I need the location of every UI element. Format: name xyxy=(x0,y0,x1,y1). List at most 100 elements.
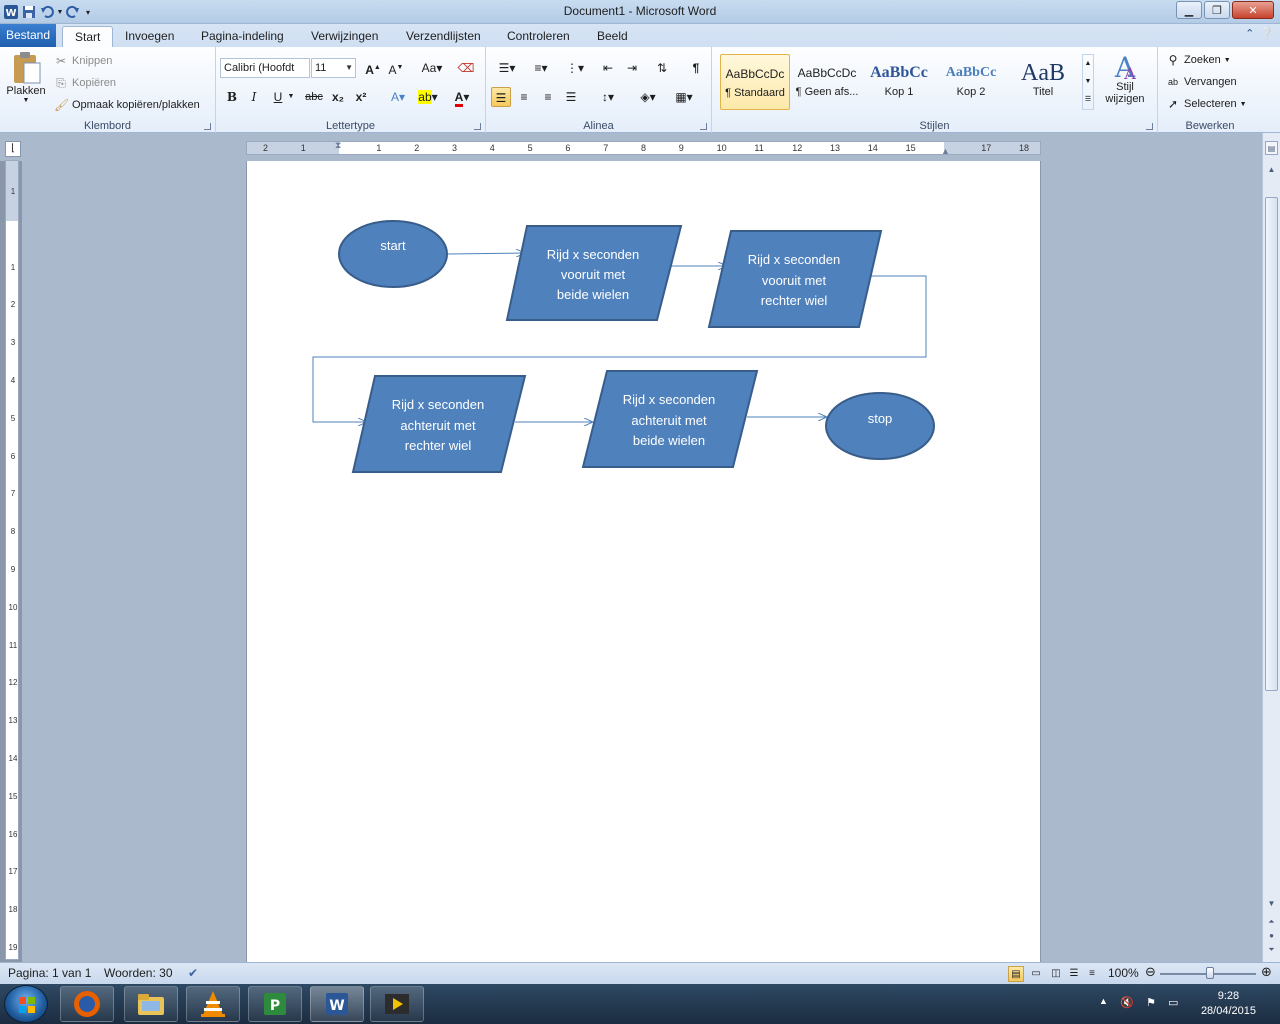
next-page-icon[interactable]: ⏷ xyxy=(1265,943,1278,957)
underline-button[interactable]: U xyxy=(268,87,288,107)
styles-gallery-scroll[interactable]: ▲ ▼ ☰ xyxy=(1082,54,1094,110)
clipboard-dialog-launcher[interactable] xyxy=(204,123,211,130)
document-page[interactable]: start Rijd x seconden vooruit met beide … xyxy=(246,161,1041,962)
zoom-out-icon[interactable]: ⊖ xyxy=(1145,964,1156,980)
taskbar-vlc[interactable] xyxy=(186,986,240,1022)
draft-view-icon[interactable]: ≡ xyxy=(1084,966,1100,982)
grow-font-button[interactable]: A▲ xyxy=(363,58,383,78)
word-count-status[interactable]: Woorden: 30 xyxy=(104,966,173,980)
bullets-button[interactable]: ☰▾ xyxy=(492,58,522,78)
style-heading-1[interactable]: AaBbCc Kop 1 xyxy=(864,54,934,110)
font-dialog-launcher[interactable] xyxy=(474,123,481,130)
taskbar-explorer[interactable] xyxy=(124,986,178,1022)
style-standard[interactable]: AaBbCcDc ¶ Standaard xyxy=(720,54,790,110)
find-button[interactable]: ⚲ Zoeken ▼ xyxy=(1166,53,1231,67)
superscript-button[interactable]: x² xyxy=(351,87,371,107)
tab-page-layout[interactable]: Pagina-indeling xyxy=(189,26,296,47)
print-layout-view-icon[interactable]: ▤ xyxy=(1008,966,1024,982)
line-spacing-button[interactable]: ↕▾ xyxy=(594,87,622,107)
styles-dialog-launcher[interactable] xyxy=(1146,123,1153,130)
vertical-ruler[interactable]: 1 1 2 3 4 5 6 7 8 9 10 11 12 13 14 15 16 17 18 19 xyxy=(5,160,19,960)
stop-terminal[interactable]: stop xyxy=(825,392,935,460)
right-indent-marker-icon[interactable]: ▲ xyxy=(941,146,950,156)
borders-button[interactable]: ▦▾ xyxy=(670,87,698,107)
process-step-1[interactable]: Rijd x seconden vooruit met beide wielen xyxy=(505,225,683,321)
paragraph-dialog-launcher[interactable] xyxy=(700,123,707,130)
page-count-status[interactable]: Pagina: 1 van 1 xyxy=(8,966,91,980)
collapse-ribbon-icon[interactable]: ⌃ xyxy=(1245,27,1254,40)
scroll-thumb[interactable] xyxy=(1265,197,1278,691)
strikethrough-button[interactable]: abc xyxy=(302,87,326,107)
style-heading-2[interactable]: AaBbCc Kop 2 xyxy=(936,54,1006,110)
tab-review[interactable]: Controleren xyxy=(495,26,582,47)
format-painter-button[interactable]: 🖌 Opmaak kopiëren/plakken xyxy=(54,98,200,112)
system-clock[interactable]: 9:28 28/04/2015 xyxy=(1201,989,1256,1019)
start-button[interactable] xyxy=(4,985,48,1023)
paste-button[interactable]: Plakken ▼ xyxy=(4,51,48,115)
scroll-down-icon[interactable]: ▼ xyxy=(1265,897,1278,911)
maximize-button[interactable]: ❐ xyxy=(1204,1,1230,19)
select-button[interactable]: ➚ Selecteren ▼ xyxy=(1166,97,1247,111)
bold-button[interactable]: B xyxy=(222,87,242,107)
vertical-scrollbar[interactable]: ▤ ▲ ▼ ⏶ ● ⏷ xyxy=(1262,133,1280,962)
tab-references[interactable]: Verwijzingen xyxy=(299,26,390,47)
italic-button[interactable]: I xyxy=(244,87,264,107)
process-step-4[interactable]: Rijd x seconden achteruit met beide wiel… xyxy=(581,370,759,468)
subscript-button[interactable]: x₂ xyxy=(328,87,348,107)
clear-formatting-button[interactable]: ⌫ xyxy=(456,58,476,78)
taskbar-word[interactable]: W xyxy=(310,986,364,1022)
decrease-indent-button[interactable]: ⇤ xyxy=(598,58,618,78)
tab-view[interactable]: Beeld xyxy=(585,26,640,47)
numbering-button[interactable]: ≡▾ xyxy=(526,58,556,78)
process-step-2[interactable]: Rijd x seconden vooruit met rechter wiel xyxy=(707,230,883,328)
underline-dropdown-icon[interactable]: ▼ xyxy=(286,87,296,107)
change-case-button[interactable]: Aa▾ xyxy=(418,58,446,78)
browse-object-icon[interactable]: ● xyxy=(1265,929,1278,943)
align-right-button[interactable]: ≡ xyxy=(538,87,558,107)
process-step-3[interactable]: Rijd x seconden achteruit met rechter wi… xyxy=(351,375,527,473)
volume-muted-icon[interactable]: 🔇 xyxy=(1120,996,1134,1009)
start-terminal[interactable]: start xyxy=(338,220,448,288)
show-formatting-button[interactable]: ¶ xyxy=(686,58,706,78)
web-layout-icon[interactable]: ◫ xyxy=(1048,966,1064,982)
tab-file[interactable]: Bestand xyxy=(0,24,56,47)
horizontal-ruler[interactable]: 2 1 1 2 3 4 5 6 7 8 9 10 11 12 13 14 15 17 18 ⧗ ▲ xyxy=(246,140,1041,156)
full-screen-reading-icon[interactable]: ▭ xyxy=(1028,966,1044,982)
text-effects-button[interactable]: A▾ xyxy=(384,87,412,107)
network-icon[interactable]: ▭ xyxy=(1168,996,1178,1009)
zoom-in-icon[interactable]: ⊕ xyxy=(1261,964,1272,980)
style-no-spacing[interactable]: AaBbCcDc ¶ Geen afs... xyxy=(792,54,862,110)
zoom-slider-thumb[interactable] xyxy=(1206,967,1214,979)
tab-stop-selector[interactable]: ⌊ xyxy=(5,141,21,157)
taskbar-firefox[interactable] xyxy=(60,986,114,1022)
outline-view-icon[interactable]: ☰ xyxy=(1066,966,1082,982)
change-styles-button[interactable]: AA Stijl wijzigen xyxy=(1098,51,1152,105)
tab-mailings[interactable]: Verzendlijsten xyxy=(394,26,493,47)
font-color-button[interactable]: A▾ xyxy=(448,87,476,107)
proofing-icon[interactable]: ✔ xyxy=(188,966,198,980)
highlight-button[interactable]: ab▾ xyxy=(414,87,442,107)
font-name-combo[interactable]: Calibri (Hoofdt xyxy=(220,58,310,78)
shrink-font-button[interactable]: A▼ xyxy=(386,58,406,78)
copy-button[interactable]: ⎘ Kopiëren xyxy=(54,76,116,90)
multilevel-list-button[interactable]: ⋮▾ xyxy=(560,58,590,78)
zoom-level[interactable]: 100% xyxy=(1108,966,1139,980)
indent-marker-icon[interactable]: ⧗ xyxy=(335,140,341,151)
tab-home[interactable]: Start xyxy=(62,26,114,47)
align-left-button[interactable]: ☰ xyxy=(491,87,511,107)
ruler-toggle-button[interactable]: ▤ xyxy=(1265,141,1278,155)
previous-page-icon[interactable]: ⏶ xyxy=(1265,915,1278,929)
increase-indent-button[interactable]: ⇥ xyxy=(622,58,642,78)
justify-button[interactable]: ☰ xyxy=(561,87,581,107)
action-center-icon[interactable]: ⚑ xyxy=(1146,996,1156,1009)
shading-button[interactable]: ◈▾ xyxy=(634,87,662,107)
tab-insert[interactable]: Invoegen xyxy=(113,26,186,47)
show-hidden-icons[interactable]: ▲ xyxy=(1099,996,1108,1006)
cut-button[interactable]: ✂ Knippen xyxy=(54,54,112,68)
taskbar-project[interactable]: P xyxy=(248,986,302,1022)
align-center-button[interactable]: ≡ xyxy=(514,87,534,107)
close-button[interactable]: ✕ xyxy=(1232,1,1274,19)
minimize-button[interactable]: ▁ xyxy=(1176,1,1202,19)
style-title[interactable]: AaB Titel xyxy=(1008,54,1078,110)
taskbar-media-app[interactable] xyxy=(370,986,424,1022)
